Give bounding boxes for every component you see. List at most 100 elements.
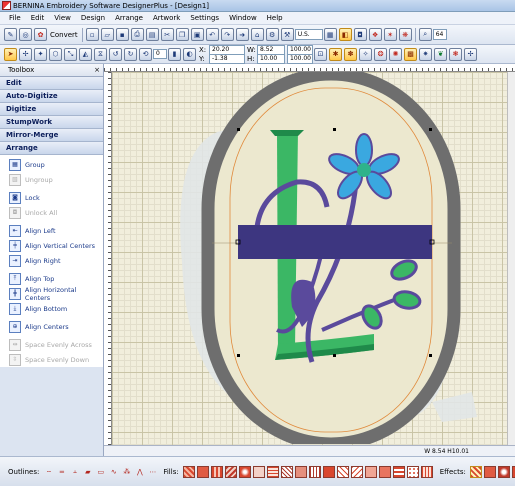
select-arrow-icon[interactable]: ➤ [4, 47, 17, 61]
star-fill-icon[interactable] [266, 465, 279, 478]
mirror-horizontal-icon[interactable]: ◭ [79, 47, 92, 61]
menu-arrange[interactable]: Arrange [110, 14, 148, 22]
send-icon[interactable]: ➜ [235, 28, 249, 41]
tool-unlock-all[interactable]: ◘ Unlock All [0, 205, 103, 220]
redo-icon[interactable]: ↷ [220, 28, 234, 41]
satin-outline-icon[interactable]: ▰ [82, 467, 93, 477]
mirror-vertical-icon[interactable]: ⧖ [94, 47, 107, 61]
zoom-select[interactable]: 64 [432, 29, 447, 40]
machine-icon[interactable]: ⌂ [250, 28, 264, 41]
tool-align-vertical-centers[interactable]: ┿ Align Vertical Centers [0, 238, 103, 253]
lock-proportions-icon[interactable]: ⊡ [314, 47, 327, 61]
units-select[interactable]: U.S. [294, 29, 323, 40]
cut-icon[interactable]: ✂ [160, 28, 174, 41]
artwork-icon[interactable]: ❖ [368, 28, 382, 41]
paint-icon[interactable]: ❦ [434, 47, 447, 61]
menu-design[interactable]: Design [76, 14, 110, 22]
effect-3-icon[interactable] [497, 465, 510, 478]
menu-window[interactable]: Window [224, 14, 262, 22]
rotate-right-icon[interactable]: ↻ [124, 47, 137, 61]
stamp-icon[interactable]: ✷ [419, 47, 432, 61]
menu-artwork[interactable]: Artwork [148, 14, 185, 22]
motif-fill-icon[interactable] [392, 465, 405, 478]
paste-icon[interactable]: ▣ [190, 28, 204, 41]
zigzag-fill-icon[interactable] [350, 465, 363, 478]
motif-outline-icon[interactable]: ⁂ [121, 467, 132, 477]
candlewick-icon[interactable]: ⋯ [147, 467, 158, 477]
polygon-select-icon[interactable]: ⬡ [49, 47, 62, 61]
appliqué-icon[interactable]: ❂ [374, 47, 387, 61]
open-icon[interactable]: ▱ [100, 28, 114, 41]
point-select-icon[interactable]: ✦ [34, 47, 47, 61]
flower-fill-icon[interactable] [378, 465, 391, 478]
tool-align-right[interactable]: ⇥ Align Right [0, 253, 103, 268]
tool-align-top[interactable]: ⤒ Align Top [0, 271, 103, 286]
pattern-fill-icon[interactable] [210, 465, 223, 478]
rotate-left-icon[interactable]: ↺ [109, 47, 122, 61]
save-icon[interactable]: ▪ [115, 28, 129, 41]
convert-button[interactable]: Convert [50, 31, 78, 39]
settings-icon[interactable]: ⚙ [265, 28, 279, 41]
menu-view[interactable]: View [49, 14, 76, 22]
tool-space-evenly-down[interactable]: ⇳ Space Evenly Down [0, 352, 103, 367]
color-icon[interactable]: ▮ [168, 47, 181, 61]
print-icon[interactable]: ⎙ [130, 28, 144, 41]
category-digitize[interactable]: Digitize [0, 103, 103, 116]
satin-icon[interactable]: ✱ [329, 47, 342, 61]
effect-1-icon[interactable] [469, 465, 482, 478]
y-field[interactable]: -1.38 [209, 53, 245, 64]
stipple-fill-icon[interactable] [294, 465, 307, 478]
fill-icon[interactable]: ▩ [404, 47, 417, 61]
resize-icon[interactable]: ⤡ [64, 47, 77, 61]
wave-fill-icon[interactable] [224, 465, 237, 478]
tool-lock[interactable]: ◙ Lock [0, 190, 103, 205]
realistic-view-icon[interactable]: ❋ [398, 28, 412, 41]
menu-settings[interactable]: Settings [185, 14, 224, 22]
tool-align-bottom[interactable]: ⤓ Align Bottom [0, 301, 103, 316]
bead-icon[interactable]: ❃ [449, 47, 462, 61]
selection-handle[interactable] [429, 128, 432, 131]
selection-handle[interactable] [333, 354, 336, 357]
monogram-icon[interactable]: ✢ [464, 47, 477, 61]
net-fill-icon[interactable] [336, 465, 349, 478]
grid-icon[interactable]: ▦ [323, 28, 337, 41]
zoom-icon[interactable]: ⌕ [418, 28, 432, 41]
bead-outline-icon[interactable]: ▭ [95, 467, 106, 477]
category-edit[interactable]: Edit [0, 77, 103, 90]
tool-space-evenly-across[interactable]: ⇹ Space Evenly Across [0, 337, 103, 352]
vertical-scrollbar[interactable] [507, 72, 515, 456]
rotate-angle-icon[interactable]: ⟲ [139, 47, 152, 61]
category-stumpwork[interactable]: StumpWork [0, 116, 103, 129]
triple-stitch-icon[interactable]: ═ [56, 467, 67, 477]
cross-stitch-fill-icon[interactable] [280, 465, 293, 478]
reshape-icon[interactable]: ✢ [19, 47, 32, 61]
dots-fill-icon[interactable] [406, 465, 419, 478]
satin-fill-icon[interactable] [196, 465, 209, 478]
hoop-icon[interactable]: ◎ [19, 28, 32, 41]
undo-icon[interactable]: ↶ [205, 28, 219, 41]
tool-align-horizontal-centers[interactable]: ╋ Align Horizontal Centers [0, 286, 103, 302]
show-design-icon[interactable]: ◧ [338, 28, 352, 41]
tool-align-left[interactable]: ⇤ Align Left [0, 223, 103, 238]
category-arrange[interactable]: Arrange [0, 142, 103, 155]
bucket-icon[interactable]: ◐ [183, 47, 196, 61]
h-field[interactable]: 10.00 [257, 53, 285, 64]
selection-handle[interactable] [429, 354, 432, 357]
stitch-player-icon[interactable]: ✶ [383, 28, 397, 41]
menu-edit[interactable]: Edit [26, 14, 50, 22]
auto-digitize-icon[interactable]: ✿ [34, 28, 47, 41]
crosshatch-fill-icon[interactable] [420, 465, 433, 478]
menu-help[interactable]: Help [262, 14, 288, 22]
show-hoop-icon[interactable]: ◘ [353, 28, 367, 41]
selection-handle[interactable] [237, 128, 240, 131]
tool-ungroup[interactable]: ▧ Ungroup [0, 172, 103, 187]
selection-handle[interactable] [237, 354, 240, 357]
design-canvas[interactable] [104, 64, 515, 456]
cutwork-icon[interactable]: ✺ [389, 47, 402, 61]
blanket-stitch-icon[interactable]: ⫠ [69, 467, 80, 477]
contour-fill-icon[interactable] [364, 465, 377, 478]
close-icon[interactable]: × [94, 66, 100, 74]
heart-fill-icon[interactable] [252, 465, 265, 478]
tools-icon[interactable]: ⚒ [280, 28, 294, 41]
flower-icon[interactable]: ✽ [344, 47, 357, 61]
